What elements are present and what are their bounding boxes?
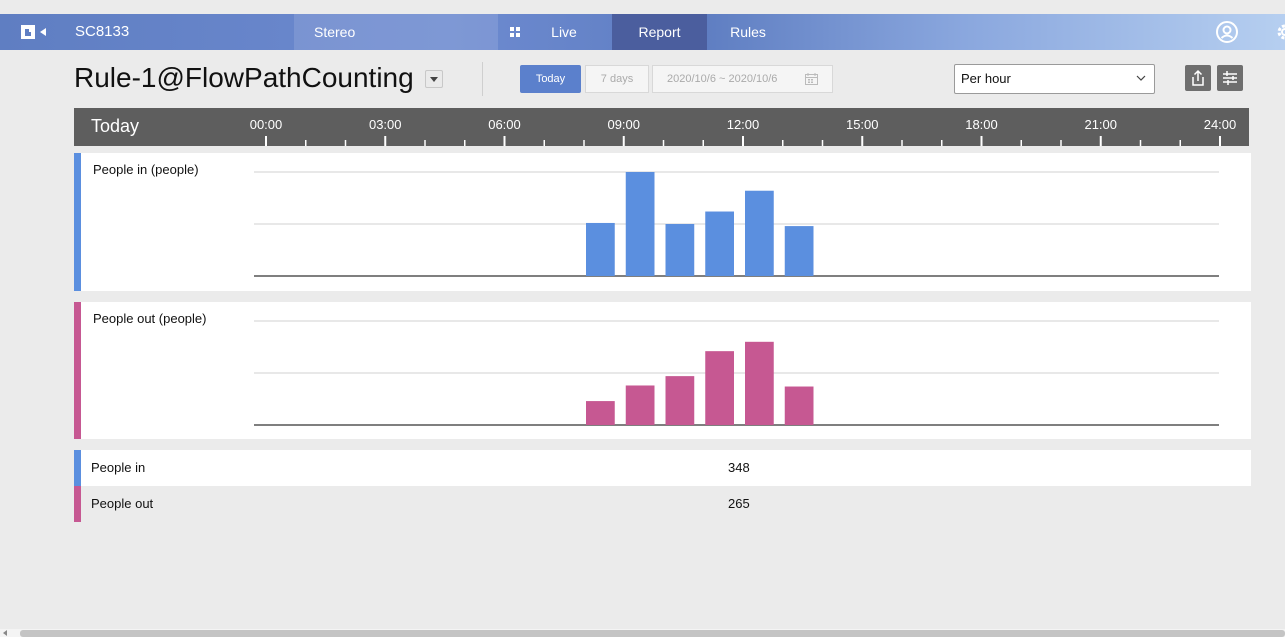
timeline-tick-label: 21:00	[1084, 117, 1117, 132]
date-range-picker[interactable]: 2020/10/6 ~ 2020/10/6	[652, 65, 833, 93]
timeline-tick-label: 18:00	[965, 117, 998, 132]
people-in-chart	[254, 171, 1219, 277]
summary-row-people-out: People out 265	[74, 486, 1251, 522]
nav-live[interactable]: Live	[538, 14, 590, 50]
nav-rules[interactable]: Rules	[722, 14, 774, 50]
people-out-chart-panel: People out (people)	[74, 302, 1251, 439]
export-icon	[1192, 69, 1204, 86]
timeline-label: Today	[91, 116, 140, 136]
today-button[interactable]: Today	[520, 65, 581, 93]
chart-bar[interactable]	[745, 341, 774, 425]
rule-select-dropdown[interactable]	[425, 70, 443, 88]
timeline-tick-label: 09:00	[607, 117, 640, 132]
summary-value: 348	[728, 460, 750, 475]
chart-bar[interactable]	[625, 172, 655, 276]
chart-bar[interactable]	[625, 385, 655, 425]
summary-value: 265	[728, 496, 750, 511]
sliders-icon	[1223, 71, 1237, 85]
rule-title: Rule-1@FlowPathCounting	[74, 62, 414, 93]
scroll-left-arrow-icon[interactable]	[3, 630, 7, 636]
summary-label: People out	[91, 496, 154, 511]
settings-gear-icon[interactable]	[1275, 22, 1285, 42]
chart-bar[interactable]	[705, 351, 734, 425]
chart-bar[interactable]	[784, 386, 814, 425]
header-divider	[482, 62, 483, 96]
timeline-tick-label: 06:00	[488, 117, 521, 132]
scrollbar-thumb[interactable]	[20, 630, 1285, 637]
chart-bar[interactable]	[665, 376, 695, 425]
seven-days-button[interactable]: 7 days	[585, 65, 649, 93]
top-nav-bar: SC8133 Stereo Live Report Rules	[0, 14, 1285, 50]
vivotek-logo-icon	[21, 25, 46, 39]
timeline-tick-label: 15:00	[846, 117, 879, 132]
summary-label: People in	[91, 460, 146, 475]
chevron-down-icon	[1136, 75, 1146, 81]
app-grid-icon[interactable]	[509, 26, 521, 38]
app-tab-stereo[interactable]: Stereo	[294, 14, 498, 50]
timeline-bar: Today 00:00 03:00 06:00 09:00 12:00 15:00 18:0…	[74, 108, 1249, 146]
interval-select-value: Per hour	[961, 71, 1011, 86]
people-out-summary-accent	[74, 486, 81, 522]
chart-bar[interactable]	[705, 211, 734, 276]
people-in-chart-panel: People in (people)	[74, 153, 1251, 291]
interval-select[interactable]: Per hour	[954, 64, 1155, 94]
export-button[interactable]	[1185, 65, 1211, 91]
timeline-tick-label: 00:00	[250, 117, 283, 132]
timeline-tick-label: 12:00	[727, 117, 760, 132]
calendar-icon	[805, 73, 818, 85]
date-range-text: 2020/10/6 ~ 2020/10/6	[667, 73, 778, 85]
people-in-summary-accent	[74, 450, 81, 486]
chart-bar[interactable]	[586, 401, 615, 425]
chart-bar[interactable]	[586, 222, 615, 276]
people-out-chart	[254, 320, 1219, 426]
settings-filter-button[interactable]	[1217, 65, 1243, 91]
chart-bar[interactable]	[745, 190, 774, 276]
summary-row-people-in: People in 348	[74, 450, 1251, 486]
device-name: SC8133	[75, 23, 130, 40]
chart-bar[interactable]	[784, 226, 814, 276]
timeline-tick-label: 24:00	[1204, 117, 1237, 132]
app-tab-label: Stereo	[314, 24, 356, 40]
nav-report[interactable]: Report	[612, 14, 707, 50]
chart-bar[interactable]	[665, 224, 695, 276]
timeline-ticks: 00:00 03:00 06:00 09:00 12:00 15:00 18:00 21:00…	[250, 117, 1237, 146]
user-account-icon[interactable]	[1215, 20, 1239, 44]
horizontal-scrollbar[interactable]	[0, 629, 1285, 637]
timeline-tick-label: 03:00	[369, 117, 402, 132]
